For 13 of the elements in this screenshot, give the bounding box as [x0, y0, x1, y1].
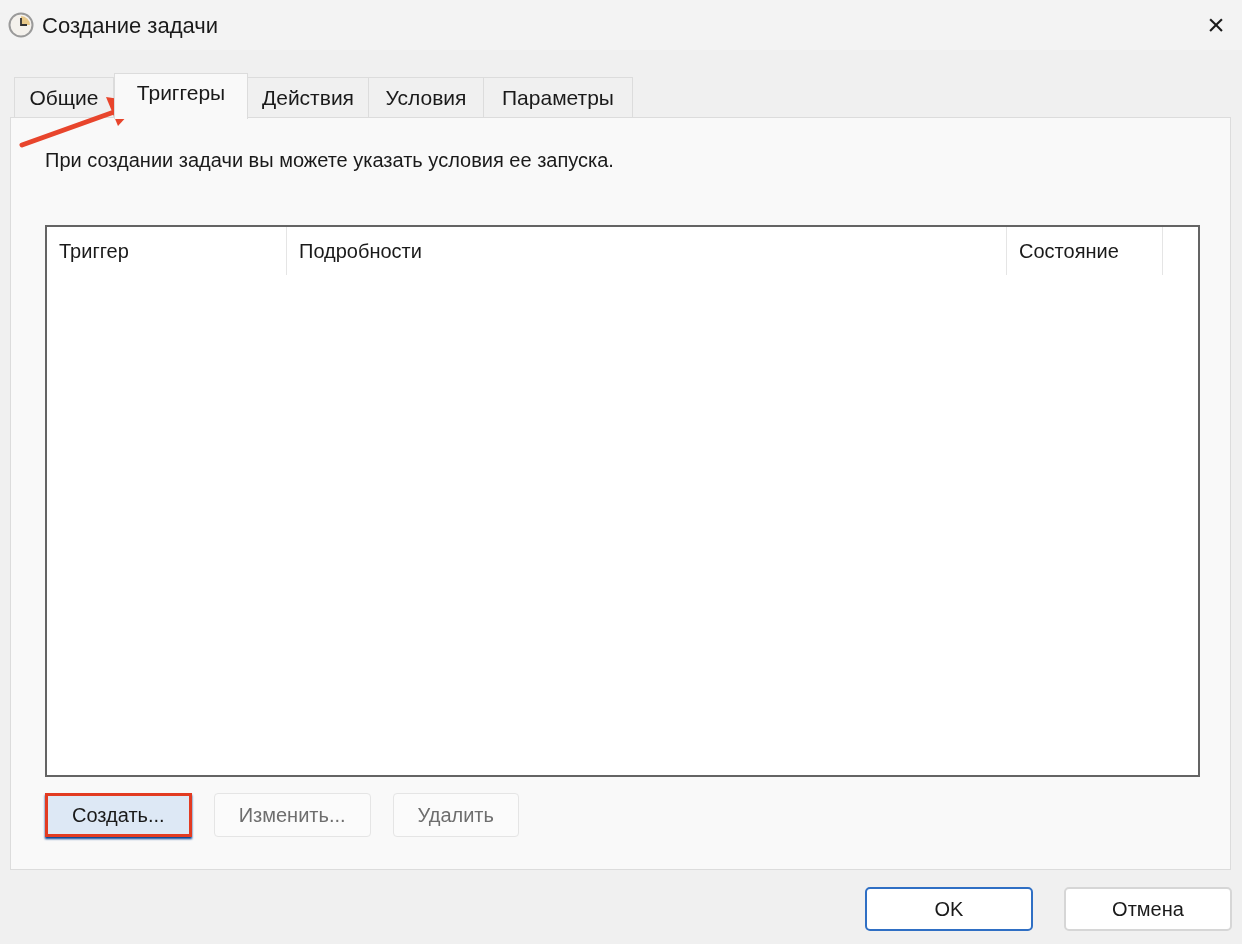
clock-icon — [8, 12, 34, 38]
tab[interactable]: Параметры — [483, 77, 633, 118]
tab[interactable]: Общие — [14, 77, 114, 118]
window-title: Создание задачи — [42, 11, 218, 40]
dialog-button[interactable]: Отмена — [1064, 887, 1232, 931]
column-header[interactable]: Состояние — [1007, 227, 1163, 275]
dialog-button[interactable]: OK — [865, 887, 1033, 931]
close-button[interactable]: × — [1196, 5, 1236, 45]
tab[interactable]: Триггеры — [114, 73, 248, 119]
column-header[interactable]: Подробности — [287, 227, 1007, 275]
list-action-button[interactable]: Создать... — [45, 793, 192, 837]
description-text: При создании задачи вы можете указать условия ее запуска. — [45, 148, 614, 173]
column-header[interactable]: Триггер — [47, 227, 287, 275]
